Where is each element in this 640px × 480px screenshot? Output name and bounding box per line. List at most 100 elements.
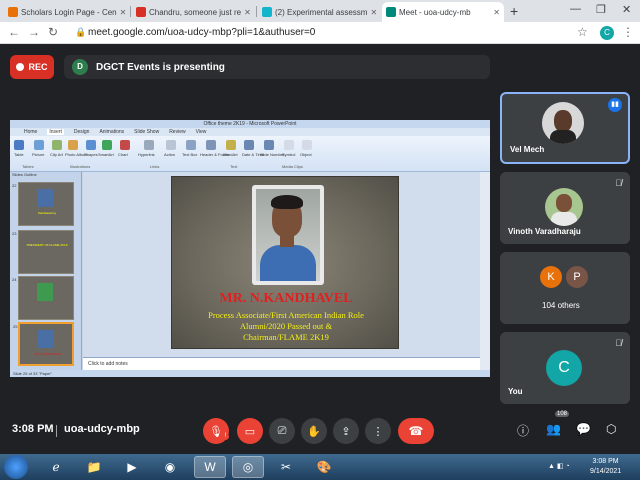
tab-title: Chandru, someone just re: [149, 7, 242, 17]
back-arrow-icon[interactable]: ←: [8, 25, 20, 39]
vertical-scrollbar[interactable]: [480, 172, 490, 370]
speaking-indicator-icon: ▮▮: [608, 98, 622, 112]
window-close-icon[interactable]: ✕: [622, 3, 631, 16]
subtitle-line: Process Associate/First American Indian …: [208, 310, 364, 320]
close-icon[interactable]: ✕: [244, 8, 251, 17]
meeting-details-icon[interactable]: ⓘ: [517, 422, 529, 439]
smartart-icon: [102, 140, 112, 150]
chrome-icon[interactable]: ◎: [232, 456, 264, 478]
participant-tile-others[interactable]: K P 104 others: [500, 252, 630, 324]
ribbon-group-label: Illustrations: [70, 164, 91, 169]
maximize-icon[interactable]: ❐: [596, 3, 606, 16]
firefox-icon[interactable]: ◉: [154, 456, 186, 478]
raise-hand-button[interactable]: ✋: [301, 418, 327, 444]
ie-icon[interactable]: ℯ: [40, 456, 72, 478]
ribbon-label: WordArt: [223, 152, 238, 157]
subtitle-line: Chairman/FLAME 2K19: [243, 332, 329, 342]
word-icon[interactable]: W: [194, 456, 226, 478]
taskbar-clock[interactable]: 3:08 PM 9/14/2021: [590, 457, 621, 477]
participant-tile-you[interactable]: C 🎙̸ You: [500, 332, 630, 404]
ribbon-label: Symbol: [282, 152, 296, 157]
close-icon[interactable]: ✕: [120, 8, 127, 17]
ribbon-label: Slide Number: [260, 152, 285, 157]
powerpoint-status-bar: Slide 25 of 33 "Paper": [10, 370, 490, 377]
ribbon-tab: Review: [169, 129, 186, 135]
mic-off-icon: 🎙̸: [615, 338, 622, 348]
bookmark-star-icon[interactable]: ☆: [577, 25, 588, 39]
ribbon-group-label: Links: [150, 164, 160, 169]
rec-label: REC: [28, 62, 48, 72]
browser-tab-scholars[interactable]: Scholars Login Page - Cen ✕: [4, 2, 128, 22]
participant-name: Vinoth Varadharaju: [508, 227, 581, 236]
snipping-tool-icon[interactable]: ✂: [270, 456, 302, 478]
divider: [56, 425, 57, 437]
slide-thumbnail[interactable]: 24: [12, 276, 74, 320]
meeting-code: uoa-udcy-mbp: [64, 423, 140, 435]
thumbnail-text: PRESIDENT OF FLAME 2K19: [26, 243, 68, 247]
forward-arrow-icon[interactable]: →: [28, 25, 40, 39]
system-tray-icons[interactable]: ▲ ◧ ◔: [548, 462, 570, 470]
presentation-stage: Office theme 2K19 - Microsoft PowerPoint…: [10, 120, 490, 377]
participant-count-badge: 108: [555, 411, 570, 417]
ribbon-label: Object: [300, 152, 312, 157]
participant-tile-vel-mech[interactable]: ▮▮ Vel Mech: [500, 92, 630, 164]
notes-pane[interactable]: Click to add notes: [83, 357, 480, 370]
new-tab-button[interactable]: +: [510, 3, 518, 19]
participant-name: Vel Mech: [510, 145, 545, 154]
mic-off-icon: 🎙: [209, 425, 223, 438]
ribbon-label: Table: [14, 152, 24, 157]
tab-title: (2) Experimental assessm: [275, 7, 368, 17]
slide-thumbnail[interactable]: 22 Kandaswamy: [12, 182, 74, 226]
start-button[interactable]: [4, 455, 28, 479]
browser-menu-icon[interactable]: ⋮: [622, 25, 634, 39]
hand-icon: ✋: [307, 425, 321, 438]
close-icon[interactable]: ✕: [370, 8, 377, 17]
browser-tab-meet[interactable]: Meet - uoa-udcy-mb ✕: [382, 2, 504, 22]
recording-badge: REC: [10, 55, 54, 79]
site-favicon-icon: [262, 7, 272, 17]
clock-time: 3:08 PM: [592, 458, 619, 465]
header-footer-icon: [206, 140, 216, 150]
ribbon-label: Picture: [32, 152, 45, 157]
browser-tab-gmail[interactable]: Chandru, someone just re ✕: [132, 2, 254, 22]
participant-avatar: K: [540, 266, 562, 288]
reload-icon[interactable]: ↻: [48, 25, 58, 39]
chat-icon[interactable]: 💬: [576, 422, 591, 436]
tab-title: Scholars Login Page - Cen: [21, 7, 117, 17]
thumbnail-number: 22: [12, 183, 17, 188]
activities-icon[interactable]: ⬡: [606, 422, 616, 436]
object-icon: [302, 140, 312, 150]
camera-toggle-button[interactable]: ▭: [237, 418, 263, 444]
captions-button[interactable]: ⎚: [269, 418, 295, 444]
participant-tile-vinoth[interactable]: 🎙̸ Vinoth Varadharaju: [500, 172, 630, 244]
ribbon-tab-active: Insert: [47, 129, 64, 135]
url-field[interactable]: meet.google.com/uoa-udcy-mbp?pli=1&authu…: [88, 27, 315, 38]
media-player-icon[interactable]: ▶: [116, 456, 148, 478]
leave-call-button[interactable]: ☎: [398, 418, 434, 444]
people-icon[interactable]: 👥: [546, 422, 561, 436]
more-vert-icon: ⋮: [372, 425, 384, 438]
windows-taskbar: ℯ 📁 ▶ ◉ W ◎ ✂ 🎨 ▲ ◧ ◔ 3:08 PM 9/14/2021: [0, 454, 640, 480]
wordart-icon: [226, 140, 236, 150]
file-explorer-icon[interactable]: 📁: [78, 456, 110, 478]
lock-icon[interactable]: 🔒: [75, 27, 86, 38]
profile-avatar[interactable]: C: [600, 26, 614, 40]
close-icon[interactable]: ✕: [493, 8, 500, 17]
minimize-icon[interactable]: —: [570, 3, 581, 15]
microphone-toggle-button[interactable]: 🎙: [203, 418, 229, 444]
browser-tab-experimental[interactable]: (2) Experimental assessm ✕: [258, 2, 378, 22]
camera-off-icon: ▭: [244, 425, 256, 438]
chart-icon: [120, 140, 130, 150]
current-slide[interactable]: MR. N.KANDHAVEL Process Associate/First …: [171, 176, 399, 349]
more-options-button[interactable]: ⋮: [365, 418, 391, 444]
ribbon-tab: Animations: [99, 129, 125, 135]
slide-thumbnail[interactable]: 23 PRESIDENT OF FLAME 2K19: [12, 230, 74, 274]
others-count: 104 others: [542, 301, 580, 310]
thumbnail-number: 23: [12, 231, 17, 236]
presenting-banner: D DGCT Events is presenting: [64, 55, 490, 79]
slide-thumbnail-selected[interactable]: 25 MR. N.KANDHAVEL: [13, 322, 74, 366]
thumbnail-text: MR. N.KANDHAVEL: [34, 352, 62, 356]
present-now-button[interactable]: ⇪: [333, 418, 359, 444]
warning-icon: !: [222, 433, 229, 440]
paint-icon[interactable]: 🎨: [308, 456, 340, 478]
